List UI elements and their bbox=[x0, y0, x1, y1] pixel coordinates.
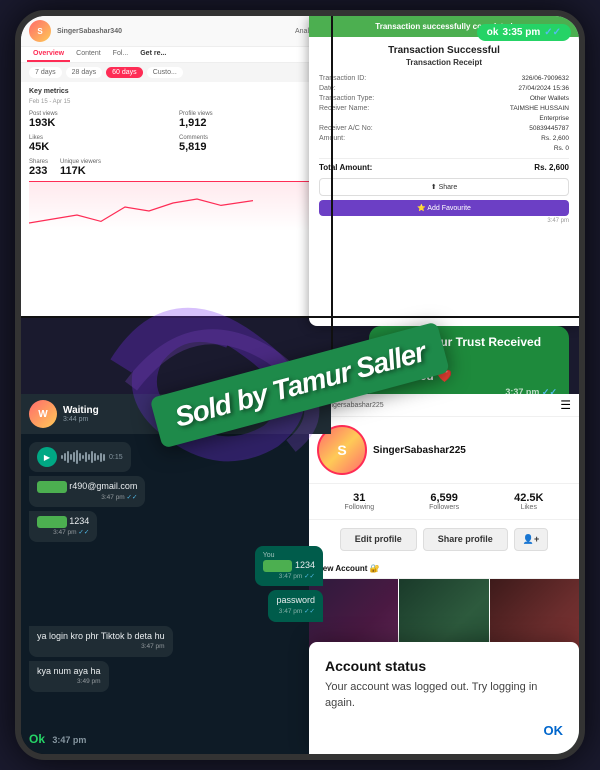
metric-unique-viewers: Unique viewers 117K bbox=[60, 159, 101, 177]
msg-time-2: 3:47 pm ✓✓ bbox=[37, 529, 89, 537]
msg-you-reply: You ●●●● 1234 3:47 pm ✓✓ bbox=[255, 546, 323, 586]
tx-row-acno: Receiver A/C No: 50839445787 bbox=[319, 125, 569, 132]
analytics-chart bbox=[29, 181, 323, 231]
transaction-card: Transaction Successful Transaction Recei… bbox=[309, 37, 579, 232]
msg-login: ya login kro phr Tiktok b deta hu 3:47 p… bbox=[29, 626, 173, 657]
screen: S SingerSabashar340 Analytics Overview C… bbox=[21, 16, 579, 754]
bottom-ok-label: Ok 3:47 pm bbox=[29, 732, 86, 746]
tx-row-enterprise: Enterprise bbox=[319, 115, 569, 122]
transaction-time: 3:47 pm bbox=[319, 218, 569, 224]
metric-profile-views: Profile views 1,912 bbox=[179, 111, 323, 129]
tiktok-following: 31 Following bbox=[345, 492, 375, 511]
msg-time-5: 3:47 pm bbox=[37, 643, 165, 651]
tiktok-followers: 6,599 Followers bbox=[429, 492, 459, 511]
tx-total: Total Amount: Rs. 2,600 bbox=[319, 158, 569, 172]
tiktok-actions: Edit profile Share profile 👤+ bbox=[309, 520, 579, 559]
waveform bbox=[61, 449, 105, 465]
blurred-email: ●●●● bbox=[37, 481, 67, 493]
analytics-tabs: Overview Content Fol... Get re... bbox=[21, 47, 331, 63]
analytics-panel: S SingerSabashar340 Analytics Overview C… bbox=[21, 16, 331, 316]
tiktok-likes: 42.5K Likes bbox=[514, 492, 543, 511]
chat-panel: W Waiting 3:44 pm ▶ bbox=[21, 394, 331, 754]
horizontal-divider bbox=[21, 316, 579, 318]
chat-avatar: W bbox=[29, 400, 57, 428]
msg-num-text: kya num aya ha bbox=[37, 666, 101, 676]
account-status-text: Your account was logged out. Try logging… bbox=[325, 680, 563, 711]
tx-favourite-button[interactable]: ⭐ Add Favourite bbox=[319, 200, 569, 216]
transaction-title: Transaction Successful bbox=[319, 45, 569, 56]
analytics-body: Key metrics Feb 15 - Apr 15 Post views 1… bbox=[21, 82, 331, 237]
metrics-grid: Post views 193K Profile views 1,912 Like… bbox=[29, 111, 323, 153]
tab-content[interactable]: Content bbox=[70, 47, 107, 62]
metric-shares: Shares 233 bbox=[29, 159, 48, 177]
share-profile-button[interactable]: Share profile bbox=[423, 528, 508, 551]
period-custom[interactable]: Custo... bbox=[147, 67, 183, 78]
transaction-subtitle: Transaction Receipt bbox=[319, 58, 569, 67]
blurred-you: ●●●● bbox=[263, 560, 293, 572]
tab-followers[interactable]: Fol... bbox=[107, 47, 135, 62]
msg-password: password 3:47 pm ✓✓ bbox=[268, 590, 323, 621]
tiktok-stats: 31 Following 6,599 Followers 42.5K Likes bbox=[309, 484, 579, 520]
metrics-date: Feb 15 - Apr 15 bbox=[29, 99, 323, 105]
period-28days[interactable]: 28 days bbox=[66, 67, 103, 78]
tx-row-name: Receiver Name: TAIMSHE HUSSAIN bbox=[319, 105, 569, 112]
chat-time-header: 3:44 pm bbox=[63, 416, 99, 423]
top-ok-ticks: ✓✓ bbox=[544, 27, 561, 38]
analytics-avatar: S bbox=[29, 20, 51, 42]
tx-row-amount2: Rs. 0 bbox=[319, 145, 569, 152]
metric-comments: Comments 5,819 bbox=[179, 135, 323, 153]
msg-login-text: ya login kro phr Tiktok b deta hu bbox=[37, 631, 165, 641]
msg-time-3: 3:47 pm ✓✓ bbox=[263, 573, 315, 581]
analytics-username: SingerSabashar340 bbox=[57, 28, 122, 35]
msg-pass-hint: ●●●● 1234 3:47 pm ✓✓ bbox=[29, 511, 97, 542]
metric-post-views: Post views 193K bbox=[29, 111, 173, 129]
msg-email: ●●●● r490@gmail.com 3:47 pm ✓✓ bbox=[29, 476, 145, 507]
voice-message: ▶ bbox=[29, 442, 131, 472]
key-metrics-title: Key metrics bbox=[29, 88, 323, 95]
msg-password-text: password bbox=[276, 595, 315, 605]
tx-row-id: Transaction ID: 326/06-7909632 bbox=[319, 75, 569, 82]
analytics-header: S SingerSabashar340 Analytics bbox=[21, 16, 331, 47]
add-friend-button[interactable]: 👤+ bbox=[514, 528, 548, 551]
period-7days[interactable]: 7 days bbox=[29, 67, 62, 78]
msg-you-label: You bbox=[263, 551, 315, 560]
top-ok-bubble: ok 3:35 pm ✓✓ bbox=[477, 24, 571, 41]
msg-time-4: 3:47 pm ✓✓ bbox=[276, 608, 315, 616]
metric-likes: Likes 45K bbox=[29, 135, 173, 153]
top-ok-time: 3:35 pm bbox=[502, 27, 540, 38]
msg-time-6: 3:49 pm bbox=[37, 678, 101, 686]
blurred-pass: ●●●● bbox=[37, 516, 67, 528]
edit-profile-button[interactable]: Edit profile bbox=[340, 528, 417, 551]
account-ok-button[interactable]: OK bbox=[544, 723, 564, 738]
tx-share-button[interactable]: ⬆ Share bbox=[319, 178, 569, 196]
play-button[interactable]: ▶ bbox=[37, 447, 57, 467]
period-tabs: 7 days 28 days 60 days Custo... bbox=[21, 63, 331, 82]
tx-row-date: Date: 27/04/2024 15:36 bbox=[319, 85, 569, 92]
account-status-title: Account status bbox=[325, 658, 563, 674]
tab-get-re[interactable]: Get re... bbox=[134, 47, 172, 62]
tx-row-type: Transaction Type: Other Wallets bbox=[319, 95, 569, 102]
tablet-frame: S SingerSabashar340 Analytics Overview C… bbox=[15, 10, 585, 760]
chat-contact-name: Waiting bbox=[63, 405, 99, 416]
tx-row-amount: Amount: Rs. 2,600 bbox=[319, 135, 569, 142]
chat-messages: ▶ bbox=[21, 434, 331, 700]
msg-num: kya num aya ha 3:49 pm bbox=[29, 661, 109, 692]
tiktok-menu-icon[interactable]: ☰ bbox=[560, 398, 571, 412]
msg-time-1: 3:47 pm ✓✓ bbox=[37, 494, 137, 502]
period-60days[interactable]: 60 days bbox=[106, 67, 143, 78]
bottom-ok-time: 3:47 pm bbox=[52, 735, 86, 745]
new-account-bar: New Account 🔐 bbox=[309, 559, 579, 579]
tiktok-name: SingerSabashar225 bbox=[373, 445, 466, 456]
transaction-panel: Transaction successfully completed Trans… bbox=[309, 16, 579, 326]
account-status-modal: Account status Your account was logged o… bbox=[309, 642, 579, 754]
voice-duration: 0:15 bbox=[109, 454, 123, 461]
tiktok-profile-header: S SingerSabashar225 bbox=[309, 417, 579, 484]
tab-overview[interactable]: Overview bbox=[27, 47, 70, 62]
